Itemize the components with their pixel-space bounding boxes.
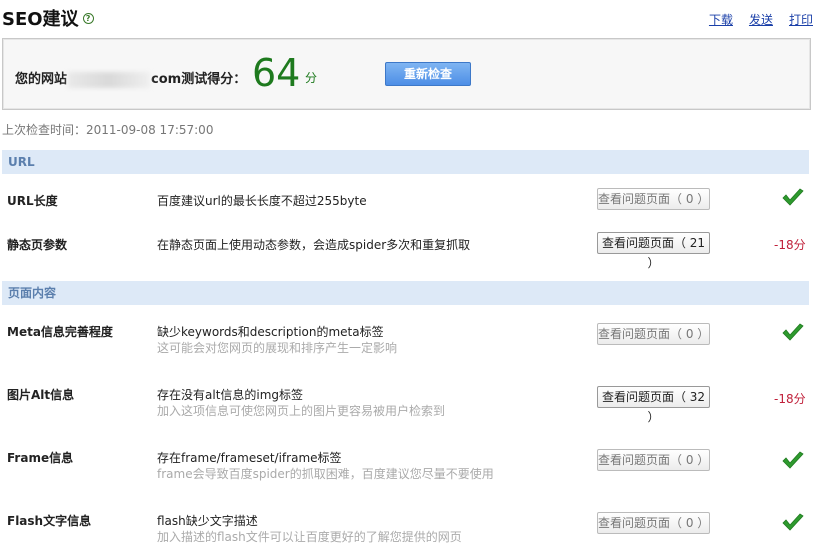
pass-check-icon — [782, 451, 804, 469]
row-name: 静态页参数 — [7, 238, 68, 252]
row-name: URL长度 — [7, 194, 58, 208]
row-subtext: 这可能会对您网页的展现和排序产生一定影响 — [157, 341, 398, 355]
row-name: Frame信息 — [7, 451, 74, 465]
row-desc: flash缺少文字描述 — [157, 514, 258, 528]
score-unit: 分 — [305, 71, 318, 85]
score-label-suffix: com测试得分： — [151, 72, 247, 87]
row-desc: 存在frame/frameset/iframe标签 — [157, 451, 342, 465]
section-header-page-content: 页面内容 — [2, 281, 809, 305]
pass-check-icon — [782, 323, 804, 341]
help-icon[interactable]: ? — [82, 12, 94, 24]
view-issue-pages-button[interactable]: 查看问题页面（ 0 ） — [597, 188, 710, 210]
row-desc: 在静态页面上使用动态参数，会造成spider多次和重复抓取 — [157, 238, 471, 252]
redacted-domain — [68, 71, 151, 88]
send-link[interactable]: 发送 — [749, 11, 773, 28]
score-panel: 您的网站 com测试得分： 64 分 重新检查 — [2, 38, 811, 110]
row-desc: 缺少keywords和description的meta标签 — [157, 325, 384, 339]
page-title: SEO建议 ? — [2, 5, 94, 31]
view-issue-pages-button[interactable]: 查看问题页面（ 0 ） — [597, 512, 710, 534]
pass-check-icon — [782, 513, 804, 531]
download-link[interactable]: 下载 — [709, 11, 733, 28]
row-desc: 存在没有alt信息的img标签 — [157, 388, 304, 402]
deduction-value: -18分 — [774, 392, 806, 406]
row-subtext: frame会导致百度spider的抓取困难，百度建议您尽量不要使用 — [157, 467, 494, 481]
section-header-url: URL — [2, 150, 809, 174]
view-issue-pages-button[interactable]: 查看问题页面（ 0 ） — [597, 323, 710, 345]
score-label: 您的网站 com测试得分： — [15, 68, 246, 88]
row-subtext: 加入描述的flash文件可以让百度更好的了解您提供的网页 — [157, 530, 462, 544]
view-issue-pages-button[interactable]: 查看问题页面（ 32 ） — [597, 386, 710, 424]
deduction-value: -18分 — [774, 238, 806, 252]
page-title-text: SEO建议 — [2, 9, 79, 30]
print-link[interactable]: 打印 — [789, 11, 813, 28]
view-issue-pages-button[interactable]: 查看问题页面（ 21 ） — [597, 232, 710, 270]
score-label-prefix: 您的网站 — [15, 72, 68, 87]
view-issue-pages-button[interactable]: 查看问题页面（ 0 ） — [597, 449, 710, 471]
recheck-button[interactable]: 重新检查 — [385, 62, 471, 86]
pass-check-icon — [782, 188, 804, 206]
last-check-time: 上次检查时间：2011-09-08 17:57:00 — [2, 123, 214, 137]
row-name: Meta信息完善程度 — [7, 325, 113, 339]
row-name: Flash文字信息 — [7, 514, 92, 528]
score-value: 64 — [252, 51, 301, 95]
top-links: 下载 发送 打印 — [709, 11, 813, 28]
row-desc: 百度建议url的最长长度不超过255byte — [157, 194, 367, 208]
row-name: 图片Alt信息 — [7, 388, 75, 402]
row-subtext: 加入这项信息可使您网页上的图片更容易被用户检索到 — [157, 404, 446, 418]
